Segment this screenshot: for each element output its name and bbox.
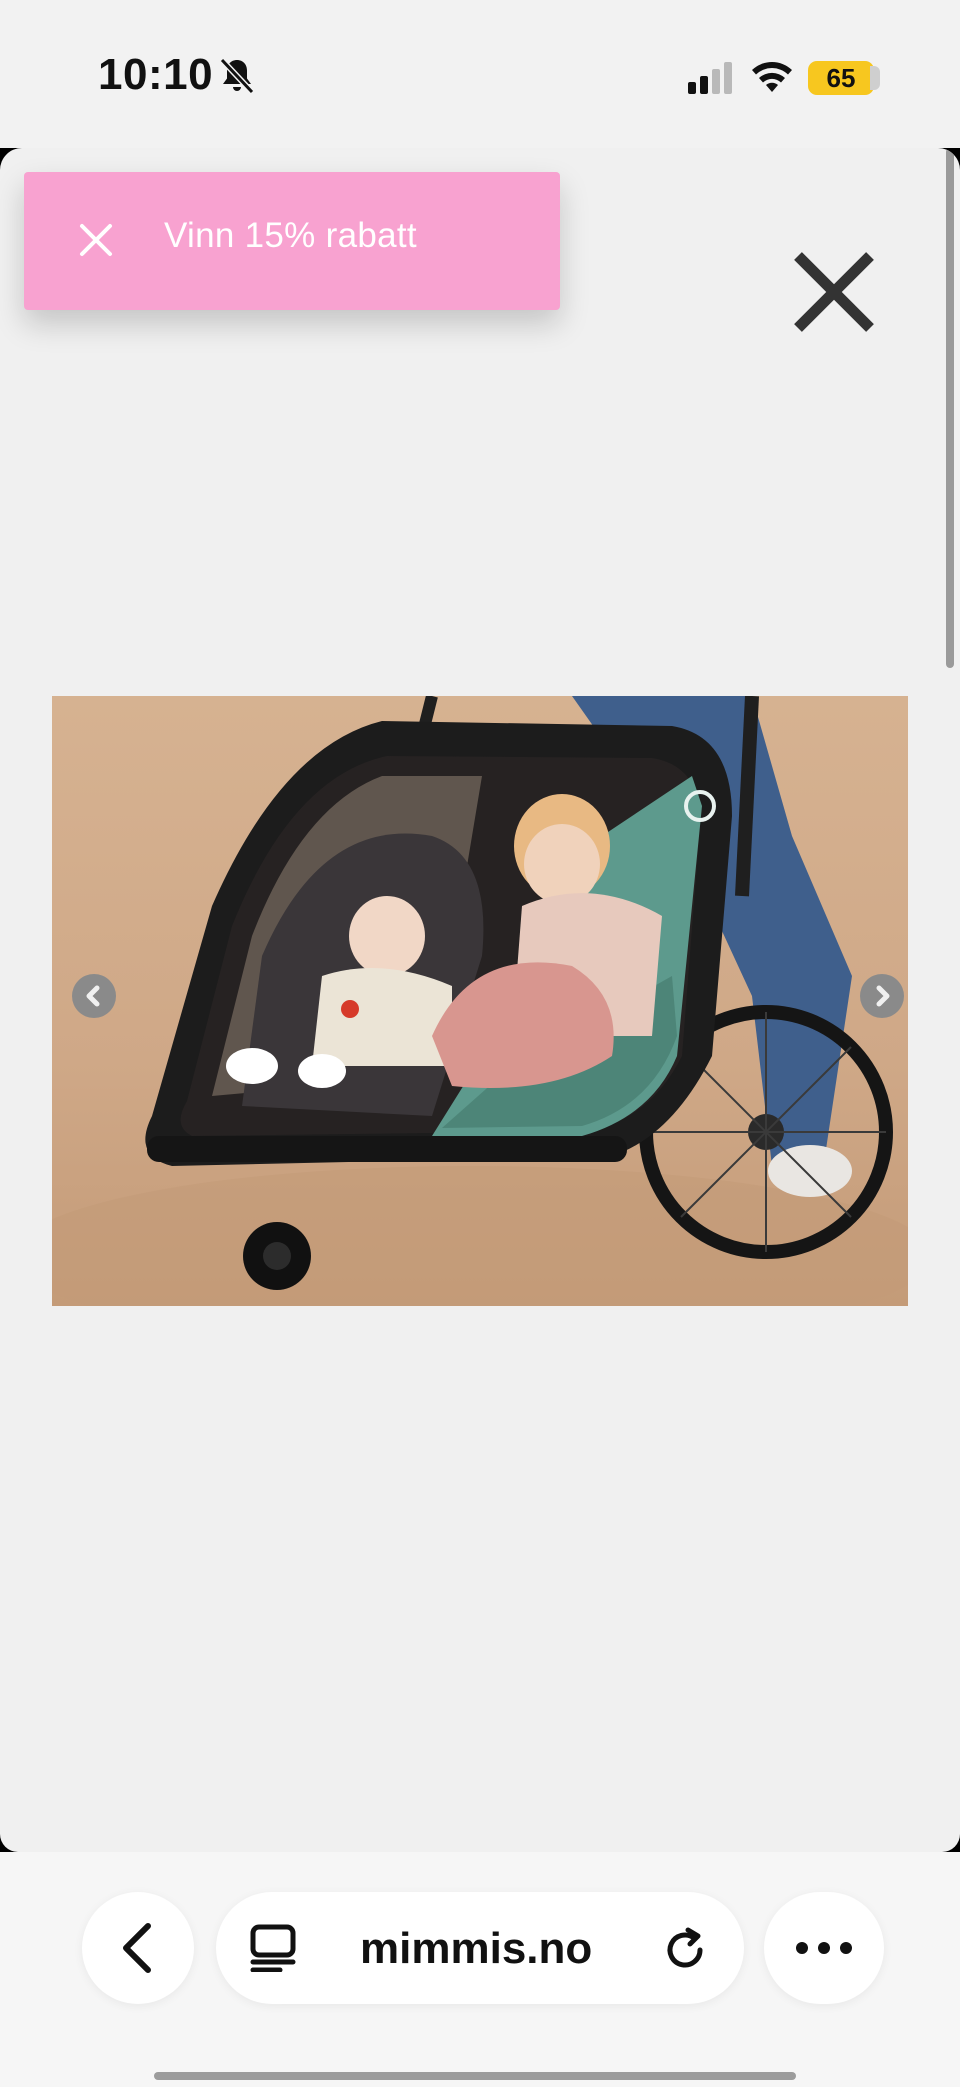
gallery-next-button[interactable] xyxy=(860,974,904,1018)
battery-cap xyxy=(870,66,880,90)
battery-level: 65 xyxy=(826,62,856,93)
bell-slash-icon xyxy=(219,57,255,95)
battery-icon: 65 xyxy=(808,61,874,95)
stroller-photo xyxy=(52,696,908,1306)
close-icon[interactable] xyxy=(76,220,116,260)
promo-banner[interactable]: Vinn 15% rabatt xyxy=(24,172,560,310)
browser-toolbar: mimmis.no xyxy=(0,1852,960,2087)
url-text: mimmis.no xyxy=(360,1924,593,1973)
chevron-left-icon xyxy=(86,985,100,1007)
more-button[interactable] xyxy=(764,1892,884,2004)
reader-icon xyxy=(250,1924,296,1972)
close-icon[interactable] xyxy=(790,248,878,336)
promo-text: Vinn 15% rabatt xyxy=(164,216,417,255)
reload-icon[interactable] xyxy=(662,1924,710,1972)
back-button[interactable] xyxy=(82,1892,194,2004)
signal-icon xyxy=(688,62,732,94)
more-icon xyxy=(796,1942,852,1954)
gallery-prev-button[interactable] xyxy=(72,974,116,1018)
scrollbar[interactable] xyxy=(946,148,954,668)
wifi-icon xyxy=(752,62,792,92)
home-indicator[interactable] xyxy=(154,2072,796,2080)
address-bar[interactable]: mimmis.no xyxy=(216,1892,744,2004)
chevron-left-icon xyxy=(123,1923,151,1973)
page-content: Vinn 15% rabatt xyxy=(0,148,960,1852)
status-time: 10:10 xyxy=(98,50,214,99)
status-bar: 10:10 65 xyxy=(0,0,960,148)
chevron-right-icon xyxy=(876,985,890,1007)
